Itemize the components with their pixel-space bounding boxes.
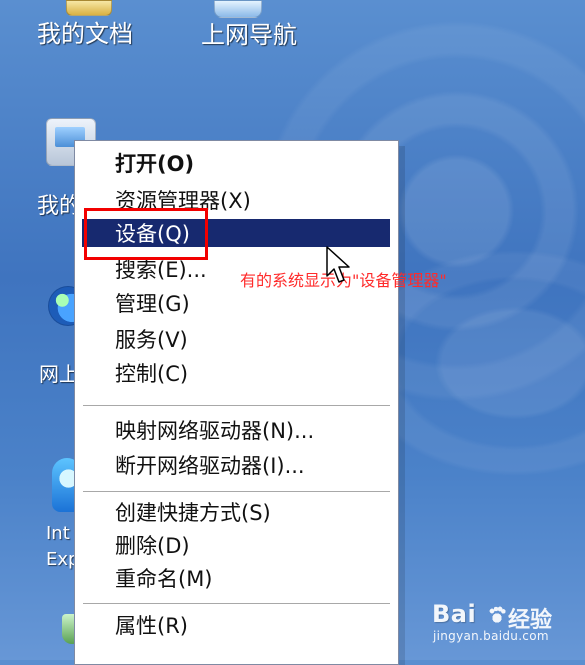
menu-item-manage[interactable]: 管理(G) [115, 289, 190, 317]
ie-label-line1: Int [46, 523, 70, 544]
documents-label: 我的文档 [37, 20, 133, 48]
highlight-box [84, 208, 208, 260]
documents-folder-icon [66, 0, 112, 16]
menu-item-disconnect-network-drive[interactable]: 断开网络驱动器(I)... [115, 451, 305, 479]
menu-item-services[interactable]: 服务(V) [115, 325, 188, 353]
baidu-paw-icon [487, 605, 507, 625]
menu-item-control[interactable]: 控制(C) [115, 359, 188, 387]
menu-item-delete[interactable]: 删除(D) [115, 531, 190, 559]
menu-separator-1 [83, 405, 390, 406]
menu-separator-3 [83, 603, 390, 604]
web-navigation-label: 上网导航 [201, 21, 297, 49]
baidu-jingyan-watermark: Bai 经验 jingyan.baidu.com [430, 600, 575, 648]
web-navigation-icon [214, 0, 262, 18]
menu-item-open[interactable]: 打开(O) [115, 149, 194, 177]
menu-item-create-shortcut[interactable]: 创建快捷方式(S) [115, 498, 271, 526]
network-label-partial: 网上 [39, 362, 79, 386]
mouse-cursor-icon [326, 246, 350, 283]
menu-item-map-network-drive[interactable]: 映射网络驱动器(N)... [115, 416, 314, 444]
watermark-url: jingyan.baidu.com [433, 629, 549, 643]
menu-separator-2 [83, 491, 390, 492]
watermark-logo-text: Bai [432, 600, 477, 628]
menu-item-rename[interactable]: 重命名(M) [115, 564, 213, 592]
menu-item-properties[interactable]: 属性(R) [115, 611, 188, 639]
